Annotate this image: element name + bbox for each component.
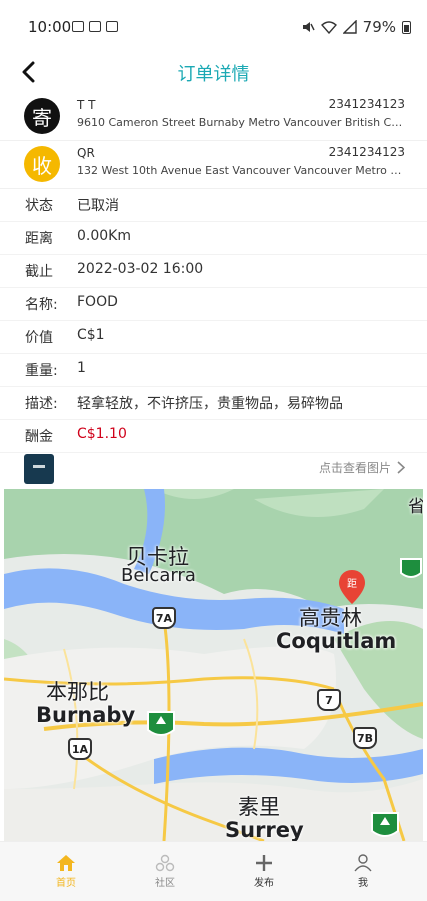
gallery-notification-icon — [72, 21, 84, 32]
sender-phone[interactable]: 2341234123 — [329, 97, 405, 111]
tab-community-label: 社区 — [155, 878, 175, 889]
receiver-name: QR — [77, 146, 95, 160]
trans-canada-shield-icon — [371, 812, 399, 837]
map-label-burnaby-en: Burnaby — [36, 703, 136, 727]
sender-address: 9610 Cameron Street Burnaby Metro Vancou… — [77, 116, 405, 129]
photo-row: 点击查看图片 — [0, 451, 427, 487]
route-shield-1a: 1A — [68, 738, 92, 760]
status-bar: 10:00 79% — [0, 0, 427, 52]
description-label: 描述: — [25, 396, 58, 412]
description-value: 轻拿轻放，不许挤压，贵重物品，易碎物品 — [77, 396, 343, 412]
page-title: 订单详情 — [177, 64, 250, 85]
home-icon — [57, 855, 75, 871]
receiver-address: 132 West 10th Avenue East Vancouver Vanc… — [77, 164, 405, 177]
status-value: 已取消 — [77, 198, 119, 214]
map-view[interactable]: 贝卡拉 Belcarra 高贵林 Coquitlam 本那比 Burnaby 素… — [4, 489, 423, 841]
value-value: C$1 — [77, 327, 105, 343]
tab-me-label: 我 — [358, 878, 368, 889]
view-photos-label: 点击查看图片 — [318, 461, 391, 475]
route-shield-7b: 7B — [353, 727, 377, 749]
description-row: 描述: 轻拿轻放，不许挤压，贵重物品，易碎物品 — [0, 386, 427, 420]
route-shield-7: 7 — [317, 689, 341, 711]
value-label: 价值 — [25, 330, 53, 346]
sender-badge: 寄 — [24, 98, 60, 134]
status-right: 79% — [301, 18, 411, 36]
weight-label: 重量: — [25, 363, 58, 379]
sender-name: T T — [77, 98, 96, 112]
value-row: 价值 C$1 — [0, 320, 427, 354]
deadline-label: 截止 — [25, 264, 53, 280]
reward-value: C$1.10 — [77, 426, 127, 442]
status-row: 状态 已取消 — [0, 188, 427, 222]
map-label-belcarra-en: Belcarra — [121, 565, 196, 586]
status-time: 10:00 — [28, 18, 72, 36]
distance-label: 距离 — [25, 231, 53, 247]
tab-publish-label: 发布 — [254, 878, 274, 889]
photo-thumbnail[interactable] — [24, 454, 54, 484]
route-shield-7a: 7A — [152, 607, 176, 629]
item-name-row: 名称: FOOD — [0, 287, 427, 321]
map-pin-label: 距 — [347, 579, 357, 590]
battery-icon — [402, 20, 411, 34]
battery-percent: 79% — [362, 18, 396, 36]
chevron-right-icon — [397, 461, 405, 474]
tab-me[interactable]: 我 — [310, 842, 416, 901]
community-icon — [155, 854, 175, 872]
tab-home-label: 首页 — [56, 878, 76, 889]
check-notification-icon — [106, 21, 118, 32]
tab-home[interactable]: 首页 — [13, 842, 119, 901]
map-label-coquitlam-en: Coquitlam — [276, 629, 397, 653]
receiver-row: 收 QR 2341234123 132 West 10th Avenue Eas… — [0, 140, 427, 189]
map-label-edge: 省 — [408, 497, 423, 517]
wifi-icon — [320, 21, 337, 34]
signal-icon — [342, 20, 357, 34]
trans-canada-shield-icon — [400, 558, 422, 578]
user-icon — [354, 854, 372, 872]
message-notification-icon — [89, 21, 101, 32]
distance-value: 0.00Km — [77, 228, 131, 244]
deadline-value: 2022-03-02 16:00 — [77, 261, 204, 277]
map-base — [4, 489, 423, 841]
reward-label: 酬金 — [25, 429, 53, 445]
tab-community[interactable]: 社区 — [112, 842, 218, 901]
trans-canada-shield-icon — [147, 711, 175, 736]
item-name-label: 名称: — [25, 297, 58, 313]
mute-icon — [302, 22, 315, 32]
map-label-coquitlam-zh: 高贵林 — [299, 606, 362, 630]
tab-publish[interactable]: 发布 — [211, 842, 317, 901]
map-label-surrey-zh: 素里 — [238, 795, 280, 819]
receiver-phone[interactable]: 2341234123 — [329, 145, 405, 159]
receiver-badge: 收 — [24, 146, 60, 182]
distance-row: 距离 0.00Km — [0, 221, 427, 255]
status-label: 状态 — [25, 198, 53, 214]
sender-row: 寄 T T 2341234123 9610 Cameron Street Bur… — [0, 92, 427, 141]
weight-row: 重量: 1 — [0, 353, 427, 387]
nav-bar: 订单详情 — [0, 52, 427, 92]
notification-icons — [72, 21, 118, 32]
plus-icon — [256, 855, 272, 871]
map-label-surrey-en: Surrey — [225, 818, 304, 841]
weight-value: 1 — [77, 360, 86, 376]
map-label-burnaby-zh: 本那比 — [46, 680, 109, 704]
reward-row: 酬金 C$1.10 — [0, 419, 427, 453]
deadline-row: 截止 2022-03-02 16:00 — [0, 254, 427, 288]
tab-bar: 首页 社区 发布 我 — [0, 841, 427, 901]
view-photos-link[interactable]: 点击查看图片 — [319, 459, 405, 476]
item-name-value: FOOD — [77, 294, 118, 310]
